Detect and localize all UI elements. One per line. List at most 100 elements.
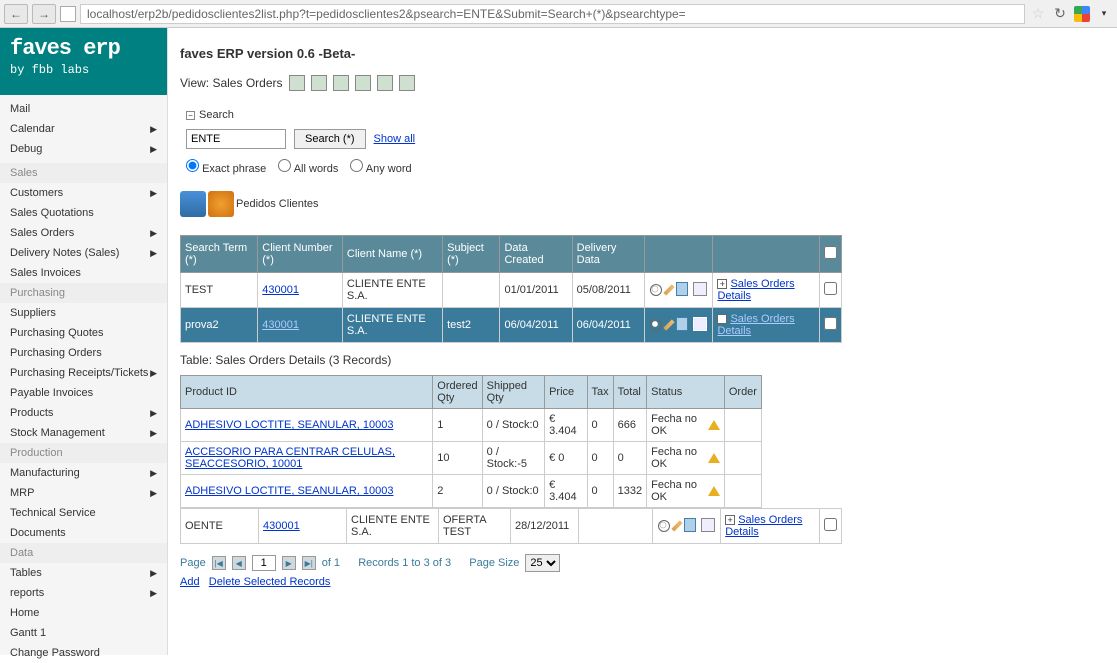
inline-edit-icon[interactable] <box>693 317 707 331</box>
nav-technical-service[interactable]: Technical Service <box>0 503 167 523</box>
nav-stock-management[interactable]: Stock Management▶ <box>0 423 167 443</box>
menu-dropdown-icon[interactable]: ▾ <box>1095 5 1113 23</box>
table-row-selected[interactable]: prova2 430001 CLIENTE ENTE S.A. test2 06… <box>181 308 842 343</box>
edit-icon[interactable] <box>664 284 675 295</box>
chevron-right-icon: ▶ <box>150 188 157 199</box>
nav-delivery-notes[interactable]: Delivery Notes (Sales)▶ <box>0 243 167 263</box>
nav-customers[interactable]: Customers▶ <box>0 183 167 203</box>
nav-debug[interactable]: Debug▶ <box>0 139 167 159</box>
row-actions <box>653 509 721 544</box>
product-link[interactable]: ADHESIVO LOCTITE, SEANULAR, 10003 <box>185 485 393 497</box>
expand-icon[interactable]: + <box>725 515 735 525</box>
row-checkbox[interactable] <box>824 317 837 330</box>
nav-change-password[interactable]: Change Password <box>0 643 167 663</box>
first-page-button[interactable]: |◀ <box>212 556 226 570</box>
inline-edit-icon[interactable] <box>693 282 707 296</box>
nav-sales-quotations[interactable]: Sales Quotations <box>0 203 167 223</box>
export-xml-icon[interactable] <box>377 75 393 91</box>
radio-any-word[interactable]: Any word <box>350 159 411 175</box>
nav-purchasing-receipts[interactable]: Purchasing Receipts/Tickets▶ <box>0 363 167 383</box>
print-icon[interactable] <box>289 75 305 91</box>
nav-header-data: Data <box>0 543 167 563</box>
next-page-button[interactable]: ▶ <box>282 556 296 570</box>
col-client-number[interactable]: Client Number (*) <box>258 236 343 273</box>
nav-payable-invoices[interactable]: Payable Invoices <box>0 383 167 403</box>
url-bar[interactable]: localhost/erp2b/pedidosclientes2list.php… <box>80 4 1025 24</box>
export-word-icon[interactable] <box>333 75 349 91</box>
copy-icon[interactable] <box>684 518 696 532</box>
nav-purchasing-quotes[interactable]: Purchasing Quotes <box>0 323 167 343</box>
client-number-link[interactable]: 430001 <box>262 319 299 331</box>
nav-mrp[interactable]: MRP▶ <box>0 483 167 503</box>
details-link[interactable]: Sales Orders Details <box>725 514 802 538</box>
google-icon[interactable] <box>1073 5 1091 23</box>
reload-icon[interactable]: ↻ <box>1051 5 1069 23</box>
row-actions <box>645 308 713 343</box>
detail-row[interactable]: ACCESORIO PARA CENTRAR CELULAS, SEACCESO… <box>181 442 762 475</box>
export-pdf-icon[interactable] <box>399 75 415 91</box>
back-button[interactable]: ← <box>4 4 28 24</box>
detail-row[interactable]: ADHESIVO LOCTITE, SEANULAR, 10003 2 0 / … <box>181 475 762 508</box>
copy-icon[interactable] <box>676 282 688 296</box>
nav-home[interactable]: Home <box>0 603 167 623</box>
nav-tables[interactable]: Tables▶ <box>0 563 167 583</box>
document-icon[interactable] <box>180 191 206 217</box>
col-subject[interactable]: Subject (*) <box>443 236 500 273</box>
product-link[interactable]: ACCESORIO PARA CENTRAR CELULAS, SEACCESO… <box>185 446 395 470</box>
users-icon[interactable] <box>208 191 234 217</box>
nav-sales-invoices[interactable]: Sales Invoices <box>0 263 167 283</box>
export-csv-icon[interactable] <box>355 75 371 91</box>
detail-row[interactable]: ADHESIVO LOCTITE, SEANULAR, 10003 1 0 / … <box>181 409 762 442</box>
add-link[interactable]: Add <box>180 576 200 588</box>
inline-edit-icon[interactable] <box>701 518 715 532</box>
edit-icon[interactable] <box>664 319 675 330</box>
delete-selected-link[interactable]: Delete Selected Records <box>209 576 331 588</box>
show-all-link[interactable]: Show all <box>374 133 416 145</box>
last-page-button[interactable]: ▶| <box>302 556 316 570</box>
page-number-input[interactable] <box>252 555 276 571</box>
nav-suppliers[interactable]: Suppliers <box>0 303 167 323</box>
table-row[interactable]: TEST 430001 CLIENTE ENTE S.A. 01/01/2011… <box>181 273 842 308</box>
edit-icon[interactable] <box>671 520 682 531</box>
col-select-all[interactable] <box>820 236 842 273</box>
view-icon[interactable] <box>658 520 670 532</box>
nav-calendar[interactable]: Calendar▶ <box>0 119 167 139</box>
radio-all-words[interactable]: All words <box>278 159 338 175</box>
row-checkbox[interactable] <box>824 518 837 531</box>
col-delivery-data[interactable]: Delivery Data <box>572 236 645 273</box>
collapse-icon[interactable]: − <box>186 111 195 120</box>
nav-manufacturing[interactable]: Manufacturing▶ <box>0 463 167 483</box>
bookmark-star-icon[interactable]: ☆ <box>1029 5 1047 23</box>
nav-mail[interactable]: Mail <box>0 99 167 119</box>
nav-reports[interactable]: reports▶ <box>0 583 167 603</box>
nav-documents[interactable]: Documents <box>0 523 167 543</box>
nav-purchasing-orders[interactable]: Purchasing Orders <box>0 343 167 363</box>
col-client-name[interactable]: Client Name (*) <box>342 236 442 273</box>
table-row[interactable]: OENTE 430001 CLIENTE ENTE S.A. OFERTA TE… <box>181 509 842 544</box>
col-data-created[interactable]: Data Created <box>500 236 572 273</box>
col-search-term[interactable]: Search Term (*) <box>181 236 258 273</box>
view-icon[interactable] <box>650 284 662 296</box>
export-excel-icon[interactable] <box>311 75 327 91</box>
forward-button[interactable]: → <box>32 4 56 24</box>
page-size-select[interactable]: 25 <box>525 554 560 572</box>
copy-icon[interactable] <box>676 317 688 331</box>
nav-products[interactable]: Products▶ <box>0 403 167 423</box>
view-toolbar: View: Sales Orders <box>180 75 1105 91</box>
details-link[interactable]: Sales Orders Details <box>717 278 794 302</box>
product-link[interactable]: ADHESIVO LOCTITE, SEANULAR, 10003 <box>185 419 393 431</box>
prev-page-button[interactable]: ◀ <box>232 556 246 570</box>
search-button[interactable]: Search (*) <box>294 129 366 149</box>
client-number-link[interactable]: 430001 <box>262 284 299 296</box>
row-checkbox[interactable] <box>824 282 837 295</box>
collapse-icon[interactable]: − <box>717 314 727 324</box>
details-link[interactable]: Sales Orders Details <box>717 313 794 337</box>
search-input[interactable] <box>186 129 286 149</box>
radio-exact-phrase[interactable]: Exact phrase <box>186 159 266 175</box>
client-number-link[interactable]: 430001 <box>263 520 300 532</box>
nav-sales-orders[interactable]: Sales Orders▶ <box>0 223 167 243</box>
expand-icon[interactable]: + <box>717 279 727 289</box>
view-icon[interactable] <box>650 319 662 331</box>
logo-subtitle: by fbb labs <box>10 63 157 77</box>
nav-gantt[interactable]: Gantt 1 <box>0 623 167 643</box>
